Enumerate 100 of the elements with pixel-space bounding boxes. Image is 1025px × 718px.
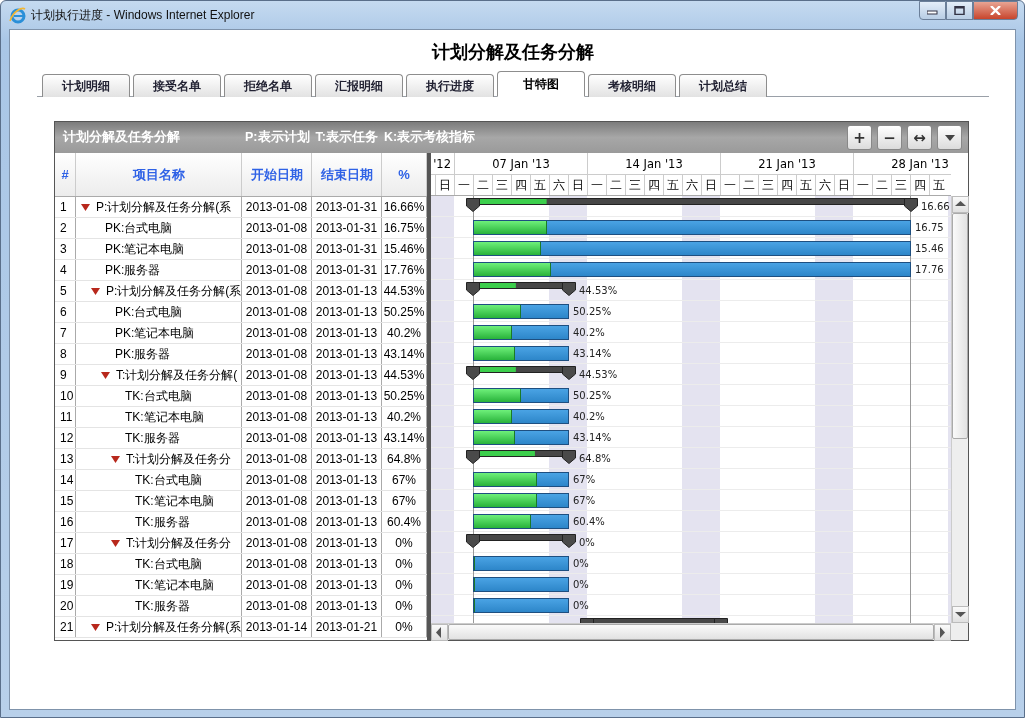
expand-arrow-icon[interactable] [101, 371, 110, 379]
row-number: 20 [55, 596, 76, 616]
task-bar[interactable] [473, 514, 569, 529]
row-number: 19 [55, 575, 76, 595]
percent-label: 40.2% [573, 326, 605, 340]
row-number: 16 [55, 512, 76, 532]
panel-title: 计划分解及任务分解 [63, 129, 181, 146]
task-name: T:计划分解及任务分 [126, 450, 232, 468]
summary-bar[interactable] [466, 198, 918, 212]
start-date: 2013-01-08 [242, 533, 312, 553]
start-date: 2013-01-08 [242, 365, 312, 385]
toolbar-button[interactable]: + [847, 125, 872, 150]
start-date: 2013-01-08 [242, 218, 312, 238]
task-bar[interactable] [473, 556, 569, 571]
percent-label: 67% [573, 494, 596, 508]
tab[interactable]: 考核明细 [588, 74, 676, 97]
task-name: P:计划分解及任务分解(系 [96, 198, 232, 216]
scroll-down-button[interactable] [952, 606, 969, 623]
scroll-left-button[interactable] [431, 624, 448, 641]
row-number: 17 [55, 533, 76, 553]
tab[interactable]: 甘特图 [497, 71, 585, 97]
tab[interactable]: 拒绝名单 [224, 74, 312, 97]
start-date: 2013-01-08 [242, 512, 312, 532]
task-bar[interactable] [473, 598, 569, 613]
bar-end-marker [466, 282, 480, 296]
end-date: 2013-01-13 [312, 428, 382, 448]
task-bar[interactable] [473, 346, 569, 361]
expand-arrow-icon[interactable] [111, 455, 120, 463]
vertical-scrollbar[interactable] [951, 196, 968, 623]
end-date: 2013-01-31 [312, 239, 382, 259]
bar-end-marker [580, 618, 594, 623]
start-date: 2013-01-14 [242, 617, 312, 637]
expand-arrow-icon[interactable] [81, 203, 90, 211]
task-bar[interactable] [473, 430, 569, 445]
summary-bar[interactable] [466, 282, 576, 296]
expand-arrow-icon[interactable] [91, 287, 100, 295]
start-date: 2013-01-08 [242, 239, 312, 259]
task-name: TK:服务器 [135, 513, 190, 531]
tab[interactable]: 计划总结 [679, 74, 767, 97]
close-icon [990, 6, 1001, 15]
tab[interactable]: 计划明细 [42, 74, 130, 97]
task-bar[interactable] [473, 241, 911, 256]
summary-bar[interactable] [466, 450, 576, 464]
task-bar[interactable] [473, 493, 569, 508]
toolbar-button[interactable]: ↔ [907, 125, 932, 150]
column-header[interactable]: 结束日期 [312, 153, 382, 196]
percent-label: 40.2% [573, 410, 605, 424]
task-bar[interactable] [473, 388, 569, 403]
page-title: 计划分解及任务分解 [430, 41, 595, 64]
row-number: 4 [55, 260, 76, 280]
close-button[interactable] [973, 1, 1018, 20]
task-bar[interactable] [473, 472, 569, 487]
row-number: 2 [55, 218, 76, 238]
task-name: TK:笔记本电脑 [135, 576, 214, 594]
row-number: 15 [55, 491, 76, 511]
dropdown-button[interactable] [937, 125, 962, 150]
caret-icon [944, 134, 955, 141]
row-number: 9 [55, 365, 76, 385]
summary-bar[interactable] [466, 534, 576, 548]
task-bar[interactable] [473, 220, 911, 235]
end-date: 2013-01-13 [312, 449, 382, 469]
row-number: 21 [55, 617, 76, 637]
task-name: TK:服务器 [135, 597, 190, 615]
bar-end-marker [466, 366, 480, 380]
task-name: T:计划分解及任务分解( [116, 366, 238, 384]
tab[interactable]: 执行进度 [406, 74, 494, 97]
task-bar[interactable] [473, 262, 911, 277]
task-name: T:计划分解及任务分 [126, 534, 232, 552]
percent-label: 16.75 [915, 221, 944, 235]
row-number: 5 [55, 281, 76, 301]
end-date: 2013-01-13 [312, 365, 382, 385]
start-date: 2013-01-08 [242, 407, 312, 427]
task-bar[interactable] [473, 325, 569, 340]
column-header[interactable]: 项目名称 [76, 153, 242, 196]
expand-arrow-icon[interactable] [111, 539, 120, 547]
summary-bar[interactable] [466, 366, 576, 380]
scroll-up-button[interactable] [952, 196, 969, 213]
toolbar-button[interactable]: − [877, 125, 902, 150]
percent-label: 43.14% [573, 431, 612, 445]
expand-arrow-icon[interactable] [91, 623, 100, 631]
tab[interactable]: 汇报明细 [315, 74, 403, 97]
column-header[interactable]: 开始日期 [242, 153, 312, 196]
scroll-thumb[interactable] [952, 213, 968, 439]
maximize-button[interactable] [946, 1, 973, 20]
row-number: 10 [55, 386, 76, 406]
bar-end-marker [466, 198, 480, 212]
start-date: 2013-01-08 [242, 554, 312, 574]
tab[interactable]: 接受名单 [133, 74, 221, 97]
column-header[interactable]: # [55, 153, 76, 196]
start-date: 2013-01-08 [242, 386, 312, 406]
start-date: 2013-01-08 [242, 281, 312, 301]
percent-label: 0% [573, 578, 589, 592]
percent-label: 64.8% [579, 452, 611, 466]
task-bar[interactable] [473, 409, 569, 424]
end-date: 2013-01-21 [312, 617, 382, 637]
task-bar[interactable] [473, 577, 569, 592]
percent-label: 43.14% [573, 347, 612, 361]
scroll-right-button[interactable] [934, 624, 951, 641]
task-name: PK:服务器 [115, 345, 171, 363]
task-bar[interactable] [473, 304, 569, 319]
